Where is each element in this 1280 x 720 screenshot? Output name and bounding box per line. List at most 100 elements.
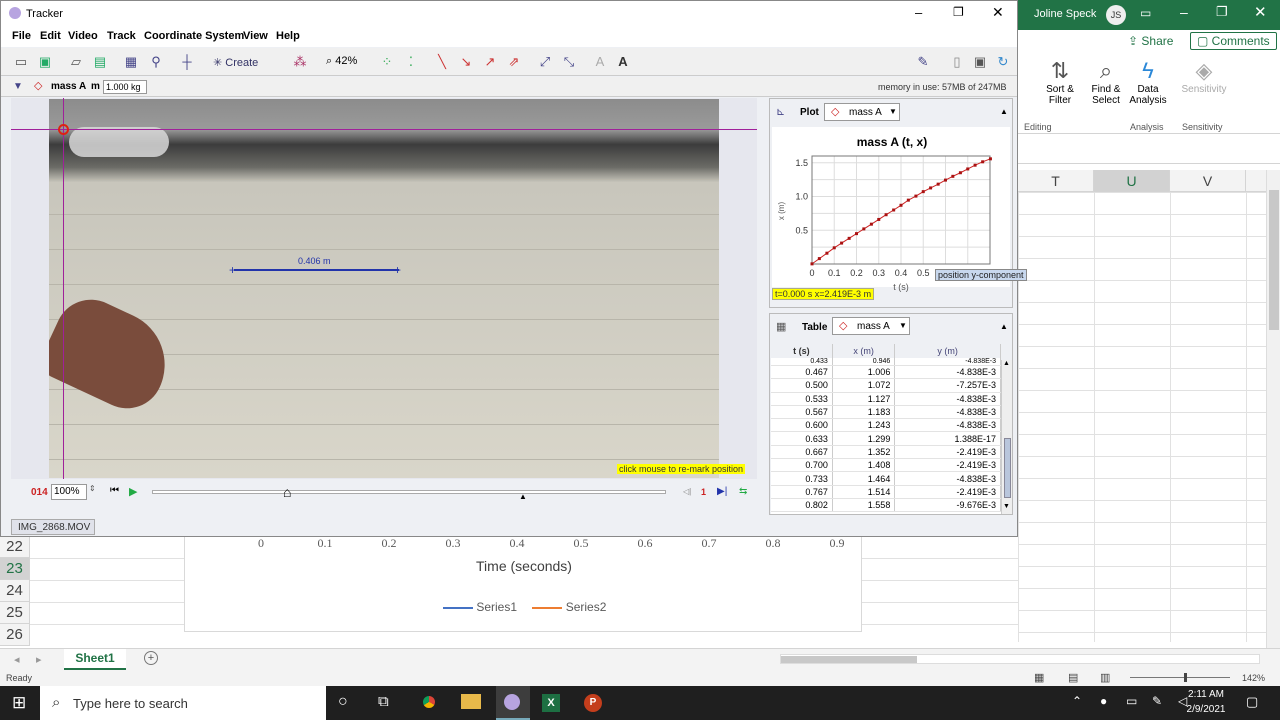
row-header-25[interactable]: 25: [0, 602, 30, 624]
row-header-24[interactable]: 24: [0, 580, 30, 602]
y-cell[interactable]: -2.419E-3: [894, 445, 1001, 460]
comments-button[interactable]: ▢ Comments: [1190, 32, 1277, 50]
h-scroll-thumb[interactable]: [781, 656, 917, 663]
menu-help[interactable]: Help: [276, 30, 300, 42]
column-header-t[interactable]: T: [1018, 170, 1094, 192]
track-control-icon[interactable]: ⁂: [292, 54, 308, 70]
sheet-nav-left-icon[interactable]: ◂: [14, 653, 20, 666]
step-back-icon[interactable]: ◁|: [683, 487, 691, 496]
x-cell[interactable]: 1.464: [832, 471, 896, 486]
table-row[interactable]: 0.533 1.127 -4.838E-3: [771, 392, 1001, 406]
add-sheet-icon[interactable]: +: [144, 651, 158, 665]
data-table-container[interactable]: t (s) x (m) y (m) 0.433 0.946 -4.838E-3 0.4…: [771, 344, 1001, 514]
slider-thumb-icon[interactable]: ⌂: [283, 484, 291, 500]
powerpoint-app-icon[interactable]: P: [584, 694, 602, 712]
t-cell[interactable]: 0.700: [771, 458, 833, 473]
export-icon[interactable]: ▤: [92, 54, 108, 70]
trails-icon[interactable]: ⁘: [379, 54, 395, 70]
task-view-icon[interactable]: ⧉: [378, 693, 389, 710]
microphone-icon[interactable]: ●: [1100, 694, 1107, 708]
zoom-level[interactable]: 142%: [1242, 673, 1265, 683]
table-row[interactable]: 0.500 1.072 -7.257E-3: [771, 378, 1001, 393]
y-cell[interactable]: -4.838E-3: [894, 405, 1001, 420]
t-cell[interactable]: 0.567: [771, 405, 833, 420]
t-cell[interactable]: 0.767: [771, 485, 833, 499]
cell-grid[interactable]: [1018, 192, 1270, 642]
video-tab[interactable]: IMG_2868.MOV: [11, 519, 95, 535]
table-row[interactable]: 0.802 1.558 -9.676E-3: [771, 498, 1001, 513]
t-cell[interactable]: 0.600: [771, 418, 833, 433]
pen-icon[interactable]: ✎: [1152, 694, 1162, 708]
rate-field[interactable]: 100%: [51, 484, 87, 500]
horizontal-scrollbar[interactable]: [780, 654, 1260, 664]
menu-video[interactable]: Video: [68, 30, 98, 42]
create-button[interactable]: ✳ Create: [213, 56, 258, 69]
row-header-23[interactable]: 23: [0, 558, 30, 580]
sheet-tab-sheet1[interactable]: Sheet1: [64, 649, 126, 670]
t-cell[interactable]: 0.802: [771, 498, 833, 513]
calibration-stick[interactable]: [234, 269, 399, 271]
page-break-icon[interactable]: ▥: [1100, 671, 1110, 684]
column-header-v[interactable]: V: [1170, 170, 1246, 192]
calibration-tools-icon[interactable]: ⚲: [148, 54, 164, 70]
y-cell[interactable]: -4.838E-3: [894, 365, 1001, 380]
y-cell[interactable]: -9.676E-3: [894, 498, 1001, 513]
tray-chevron-icon[interactable]: ⌃: [1072, 694, 1082, 708]
menu-view[interactable]: View: [243, 30, 268, 42]
y-axis-line[interactable]: [63, 98, 64, 479]
windows-start-icon[interactable]: ⊞: [12, 693, 26, 713]
vertical-scrollbar[interactable]: [1266, 170, 1280, 650]
labels-icon[interactable]: ⁚: [403, 54, 419, 70]
table-row[interactable]: 0.667 1.352 -2.419E-3: [771, 445, 1001, 460]
t-cell[interactable]: 0.667: [771, 445, 833, 460]
menu-track[interactable]: Track: [107, 30, 136, 42]
open-file-icon[interactable]: ▱: [68, 54, 84, 70]
table-row[interactable]: 0.433 0.946 -4.838E-3: [771, 358, 1001, 366]
y-cell[interactable]: -4.838E-3: [894, 418, 1001, 433]
refresh-icon[interactable]: ↻: [995, 54, 1011, 70]
axes-icon[interactable]: ┼: [179, 54, 195, 70]
properties-icon[interactable]: ▣: [972, 54, 988, 70]
trackbar-menu-icon[interactable]: ▼: [13, 81, 23, 92]
loop-icon[interactable]: ⇆: [739, 486, 747, 497]
battery-icon[interactable]: ▭: [1126, 694, 1137, 708]
filter-icon[interactable]: ⤢: [537, 54, 553, 70]
play-icon[interactable]: ▶: [129, 485, 137, 498]
font-larger-icon[interactable]: A: [615, 54, 631, 70]
zoom-button[interactable]: ⌕ 42%: [326, 55, 357, 68]
x-cell[interactable]: 1.006: [832, 365, 896, 380]
close-icon[interactable]: ✕: [992, 4, 1004, 21]
file-explorer-icon[interactable]: [461, 694, 481, 709]
minimize-icon[interactable]: –: [1180, 4, 1188, 20]
scroll-up-icon[interactable]: ▲: [1003, 360, 1010, 367]
x-cell[interactable]: 1.558: [832, 498, 896, 513]
x-cell[interactable]: 1.408: [832, 458, 896, 473]
y-cell[interactable]: -4.838E-3: [894, 392, 1001, 406]
clock-time[interactable]: 2:11 AM: [1186, 689, 1226, 700]
track-name[interactable]: mass A: [51, 81, 86, 92]
scroll-down-icon[interactable]: ▼: [1003, 503, 1010, 510]
calibration-end-icon[interactable]: +: [394, 263, 401, 277]
table-row[interactable]: 0.700 1.408 -2.419E-3: [771, 458, 1001, 473]
table-scroll-thumb[interactable]: [1004, 438, 1011, 498]
velocity-icon[interactable]: ↘: [458, 54, 474, 70]
y-cell[interactable]: -2.419E-3: [894, 485, 1001, 499]
t-cell[interactable]: 0.433: [771, 358, 833, 366]
t-cell[interactable]: 0.467: [771, 365, 833, 380]
step-size[interactable]: 1: [701, 487, 706, 497]
menu-file[interactable]: File: [12, 30, 31, 42]
column-header-t[interactable]: t (s): [771, 344, 833, 358]
column-header-u[interactable]: U: [1094, 170, 1170, 192]
avatar[interactable]: JS: [1106, 5, 1126, 25]
x-cell[interactable]: 1.514: [832, 485, 896, 499]
x-cell[interactable]: 1.299: [832, 431, 896, 446]
notes-icon[interactable]: ▯: [949, 54, 965, 70]
rate-spinner-icon[interactable]: ⇕: [89, 484, 96, 493]
row-header-26[interactable]: 26: [0, 624, 30, 646]
zoom-slider[interactable]: [1130, 673, 1230, 682]
y-cell[interactable]: -4.838E-3: [894, 358, 1001, 366]
table-row[interactable]: 0.633 1.299 1.388E-17: [771, 431, 1001, 446]
chrome-icon[interactable]: [420, 693, 438, 711]
row-header-22[interactable]: 22: [0, 536, 30, 558]
table-row[interactable]: 0.567 1.183 -4.838E-3: [771, 405, 1001, 420]
